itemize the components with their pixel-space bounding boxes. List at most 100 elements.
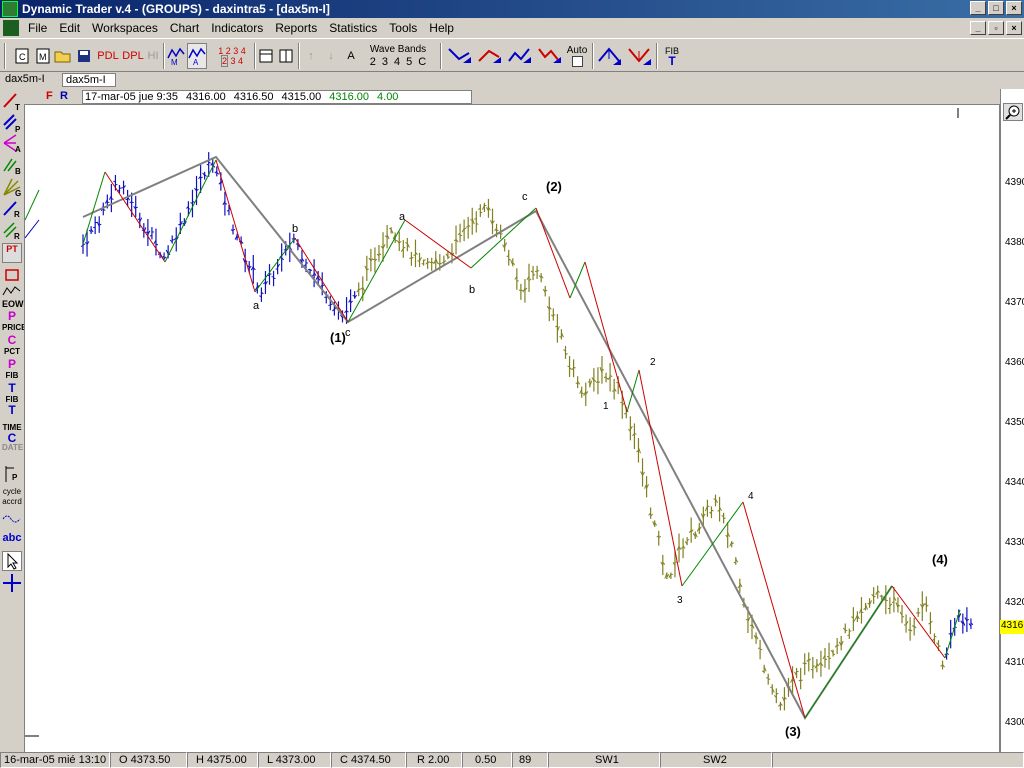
wave-band-2[interactable]: 2 bbox=[370, 56, 376, 69]
window-split-h-icon[interactable] bbox=[257, 43, 275, 69]
price-bar-close-tick bbox=[938, 645, 941, 647]
wave-dots-icon[interactable] bbox=[2, 511, 22, 531]
b-tool-icon[interactable]: B bbox=[2, 155, 22, 176]
crosshair-tool-icon[interactable] bbox=[2, 573, 22, 593]
price-bar-close-tick bbox=[812, 665, 815, 668]
menu-workspaces[interactable]: Workspaces bbox=[86, 21, 164, 35]
menu-help[interactable]: Help bbox=[423, 21, 460, 35]
window-title: Dynamic Trader v.4 - (GROUPS) - daxintra… bbox=[22, 2, 330, 16]
timeline-tool-icon[interactable]: P bbox=[2, 464, 22, 484]
child-close-button[interactable]: × bbox=[1006, 21, 1022, 35]
gann-tool-icon[interactable]: G bbox=[2, 177, 22, 198]
auto-toggle[interactable]: Auto bbox=[566, 43, 588, 69]
pt-tool[interactable]: PT bbox=[2, 243, 22, 263]
memo-icon[interactable]: M bbox=[33, 43, 53, 69]
wave-count-grid[interactable]: 1 2 3 4 2 3 4 bbox=[210, 43, 254, 69]
wave-a-icon[interactable]: A bbox=[187, 43, 207, 69]
r-button[interactable]: R bbox=[60, 90, 68, 102]
fib-time-tool[interactable]: T FIB bbox=[2, 382, 22, 405]
wave-label-c2: c bbox=[522, 191, 528, 203]
rectangle-tool-icon[interactable] bbox=[2, 265, 22, 285]
fib-time-button[interactable]: FIB T bbox=[660, 43, 684, 69]
price-bar-open-tick bbox=[611, 390, 615, 392]
price-bar-close-tick bbox=[115, 183, 118, 186]
a-button[interactable]: A bbox=[343, 43, 359, 69]
svg-text:P: P bbox=[15, 125, 21, 133]
time-cycle-tool[interactable]: TIME C DATE bbox=[2, 423, 23, 453]
svg-text:C: C bbox=[19, 52, 26, 62]
trendline-tool-icon[interactable]: T bbox=[2, 91, 22, 112]
auto-checkbox[interactable] bbox=[571, 56, 583, 67]
swing-up-icon[interactable] bbox=[476, 43, 504, 69]
swing-down-icon[interactable] bbox=[446, 43, 474, 69]
menu-file[interactable]: File bbox=[22, 21, 53, 35]
tab-dax5m-left[interactable]: dax5m-I bbox=[2, 73, 48, 87]
menu-reports[interactable]: Reports bbox=[269, 21, 323, 35]
r-parallel-tool-icon[interactable]: R bbox=[2, 221, 22, 241]
andrews-tool-icon[interactable]: A bbox=[2, 133, 22, 154]
price-bar-close-tick bbox=[439, 262, 442, 265]
child-minimize-button[interactable]: _ bbox=[970, 21, 986, 35]
wave-band-5[interactable]: 5 bbox=[406, 56, 412, 69]
fork-up-icon[interactable] bbox=[596, 43, 624, 69]
wave-band-3[interactable]: 3 bbox=[382, 56, 388, 69]
menu-statistics[interactable]: Statistics bbox=[323, 21, 383, 35]
wave-band-4[interactable]: 4 bbox=[394, 56, 400, 69]
eow-tool[interactable]: EOW bbox=[2, 285, 24, 311]
bar-open: 4316.00 bbox=[185, 91, 226, 103]
minimize-button[interactable]: _ bbox=[970, 1, 986, 15]
r-tool-icon[interactable]: R bbox=[2, 199, 22, 219]
axis-tick: 4330 bbox=[1005, 537, 1024, 548]
arrow-down-icon[interactable]: ↓ bbox=[323, 43, 339, 69]
price-bar-close-tick bbox=[480, 211, 483, 214]
zoom-icon[interactable] bbox=[1003, 103, 1023, 121]
pdl-button[interactable]: PDL bbox=[96, 43, 120, 69]
menu-tools[interactable]: Tools bbox=[383, 21, 423, 35]
menu-edit[interactable]: Edit bbox=[53, 21, 86, 35]
maximize-button[interactable]: □ bbox=[988, 1, 1004, 15]
price-axis[interactable]: 4390 4380 4370 4360 4350 4340 4330 4320 4310 4300 bbox=[1000, 89, 1024, 753]
menu-indicators[interactable]: Indicators bbox=[205, 21, 269, 35]
axis-tick: 4310 bbox=[1005, 657, 1024, 668]
price-tool[interactable]: P PRICE bbox=[2, 310, 26, 335]
bar-high: 4316.50 bbox=[233, 91, 274, 103]
fork-down-icon[interactable] bbox=[626, 43, 654, 69]
arrow-up-icon[interactable]: ↑ bbox=[303, 43, 319, 69]
price-bar-close-tick bbox=[188, 208, 191, 210]
price-bar-close-tick bbox=[366, 268, 369, 271]
close-button[interactable]: × bbox=[1006, 1, 1022, 15]
cycle-accrd-tool[interactable]: cycle accrd bbox=[2, 487, 22, 509]
price-bar-close-tick bbox=[309, 269, 313, 271]
tab-dax5m-active[interactable]: dax5m-I bbox=[62, 73, 116, 87]
swing-zigzag-icon[interactable] bbox=[506, 43, 534, 69]
hi-button[interactable]: HI bbox=[146, 43, 160, 69]
parallel-tool-icon[interactable]: P bbox=[2, 113, 22, 134]
app-icon bbox=[2, 1, 18, 17]
abc-tool[interactable]: abc bbox=[2, 533, 22, 553]
window-split-v-icon[interactable] bbox=[277, 43, 295, 69]
save-icon[interactable] bbox=[74, 43, 94, 69]
pointer-tool-icon[interactable] bbox=[2, 551, 22, 571]
price-bar-open-tick bbox=[178, 223, 181, 226]
wave-m-icon[interactable]: M bbox=[166, 43, 186, 69]
copy-chart-icon[interactable]: C bbox=[12, 43, 32, 69]
fib-time-tool-2[interactable]: T bbox=[2, 404, 22, 425]
dpl-button[interactable]: DPL bbox=[121, 43, 145, 69]
menu-chart[interactable]: Chart bbox=[164, 21, 205, 35]
axis-tick: 4360 bbox=[1005, 357, 1024, 368]
chart-canvas[interactable]: (1) (2) (3) (4) b a c a b c 1 2 3 4 bbox=[24, 89, 1000, 753]
open-folder-icon[interactable] bbox=[53, 43, 73, 69]
wave-band-c[interactable]: C bbox=[418, 56, 426, 69]
f-button[interactable]: F bbox=[46, 90, 53, 102]
svg-text:A: A bbox=[193, 58, 199, 66]
axis-tick: 4390 bbox=[1005, 177, 1024, 188]
status-v2: 89 bbox=[512, 752, 548, 768]
pct-tool[interactable]: C PCT bbox=[2, 334, 22, 359]
fib-price-tool[interactable]: P FIB bbox=[2, 358, 22, 383]
swing-zigzag-red-icon[interactable] bbox=[536, 43, 564, 69]
price-bar-open-tick bbox=[916, 612, 919, 614]
impulse-label-2: 2 bbox=[650, 357, 656, 368]
auto-label: Auto bbox=[566, 45, 588, 56]
child-restore-button[interactable]: ▫ bbox=[988, 21, 1004, 35]
wave-bands-label: Wave Bands bbox=[369, 44, 427, 55]
